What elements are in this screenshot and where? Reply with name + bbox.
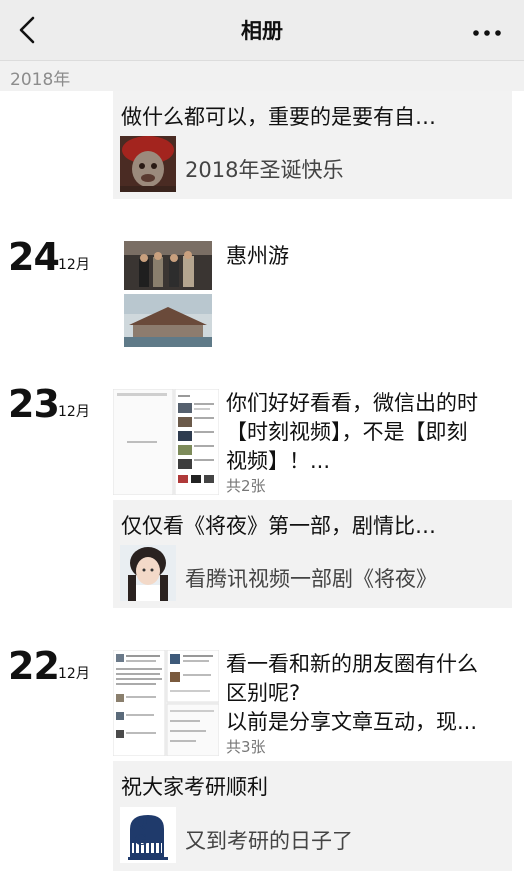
more-dots-icon — [473, 30, 501, 36]
post-text-line: 你们好好看看，微信出的时 — [226, 391, 478, 415]
post-text-line: 看一看和新的朋友圈有什么 — [226, 652, 478, 676]
date-day: 23 — [8, 382, 60, 426]
link-thumbnail — [120, 136, 176, 192]
shared-post-card[interactable]: 祝大家考研顺利 Q G 又到考研的日子了 — [113, 761, 512, 871]
date-month: 12月 — [58, 666, 90, 682]
post-text-line: 视频】！... — [226, 449, 331, 473]
more-button[interactable] — [472, 24, 502, 36]
photo-count: 共3张 — [226, 738, 266, 756]
year-label: 2018年 — [10, 70, 71, 90]
post-text: 惠州游 — [226, 244, 289, 268]
post-text: 祝大家考研顺利 — [121, 775, 268, 799]
post-text-line: 区别呢? — [226, 681, 301, 705]
link-thumbnail — [120, 545, 176, 601]
year-header: 2018年 — [0, 60, 524, 91]
post-text-line: 【时刻视频】，不是【即刻 — [226, 420, 468, 444]
date-day: 24 — [8, 235, 60, 279]
post-text: 做什么都可以，重要的是要有自… — [121, 105, 436, 129]
date-month: 12月 — [58, 257, 90, 273]
shared-post-card[interactable]: 仅仅看《将夜》第一部，剧情比… 看腾讯视频一部剧《将夜》 — [113, 500, 512, 608]
date-day: 22 — [8, 644, 60, 688]
date-month: 12月 — [58, 404, 90, 420]
shared-post-card[interactable]: 做什么都可以，重要的是要有自… 2018年圣诞快乐 — [113, 91, 512, 199]
link-title: 又到考研的日子了 — [185, 829, 353, 853]
link-thumbnail: Q G — [120, 807, 176, 863]
photo-collage[interactable] — [113, 650, 219, 756]
page-title: 相册 — [241, 19, 283, 43]
thumbnail-letters: Q G — [134, 813, 164, 849]
post-text: 仅仅看《将夜》第一部，剧情比… — [121, 514, 436, 538]
post-text-line: 以前是分享文章互动，现... — [226, 710, 478, 734]
photo-count: 共2张 — [226, 477, 266, 495]
photo-collage[interactable] — [119, 241, 217, 347]
link-title: 2018年圣诞快乐 — [185, 158, 344, 182]
link-title: 看腾讯视频一部剧《将夜》 — [185, 567, 437, 591]
nav-bar: 相册 — [0, 0, 524, 60]
photo-collage[interactable] — [113, 389, 219, 495]
